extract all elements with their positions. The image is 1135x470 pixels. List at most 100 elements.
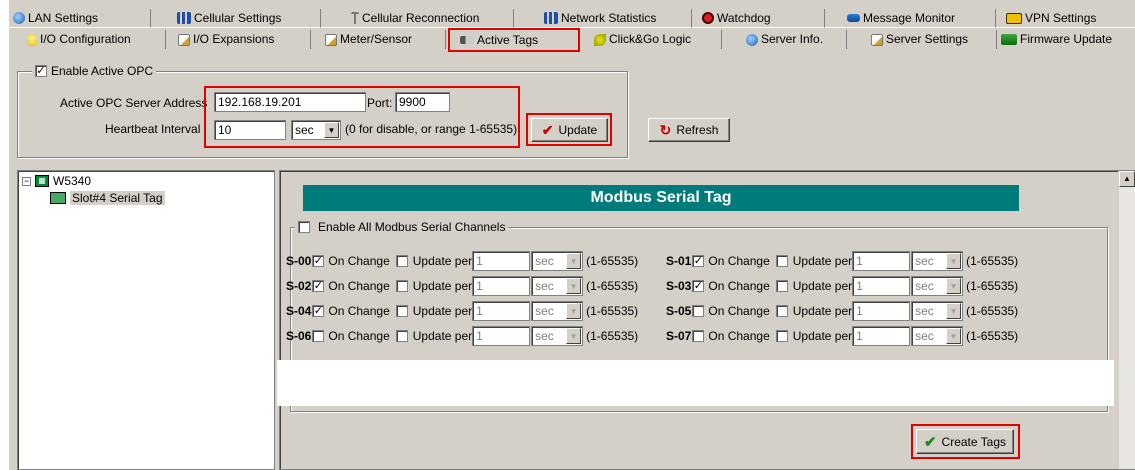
on-change-checkbox[interactable]: ✓ xyxy=(692,280,705,292)
channel-id: S-06 xyxy=(286,329,312,343)
scroll-up-icon[interactable]: ▲ xyxy=(1119,171,1135,187)
update-per-checkbox[interactable] xyxy=(395,330,408,342)
update-interval-input[interactable]: 1 xyxy=(852,276,911,296)
chevron-down-icon: ▼ xyxy=(324,122,339,138)
create-tags-button[interactable]: ✔ Create Tags xyxy=(916,429,1014,454)
tab-click-go-logic[interactable]: Click&Go Logic xyxy=(582,30,722,49)
range-label: (1-65535) xyxy=(586,254,639,268)
tab-cellular-reconnection[interactable]: Cellular Reconnection xyxy=(321,9,514,28)
refresh-button[interactable]: ↻ Refresh xyxy=(648,118,730,142)
interval-unit-select[interactable]: sec ▼ xyxy=(911,276,964,296)
tab-network-statistics[interactable]: Network Statistics xyxy=(514,9,692,28)
server-address-input[interactable]: 192.168.19.201 xyxy=(214,92,366,112)
chevron-down-icon: ▼ xyxy=(566,278,582,294)
enable-all-channels[interactable]: Enable All Modbus Serial Channels xyxy=(295,220,509,234)
interval-unit-select[interactable]: sec ▼ xyxy=(911,326,964,346)
refresh-icon: ↻ xyxy=(659,121,672,138)
tab-io-configuration[interactable]: I/O Configuration xyxy=(9,30,166,49)
update-per-checkbox[interactable] xyxy=(775,255,788,267)
tab-active-tags[interactable]: Active Tags xyxy=(448,28,580,52)
update-per-label: Update per xyxy=(792,254,853,268)
port-input[interactable]: 9900 xyxy=(395,92,450,112)
channel-row: S-07 On Change Update per 1 sec ▼ (1-65535) xyxy=(666,326,1018,346)
heartbeat-input[interactable]: 10 xyxy=(214,120,286,140)
heartbeat-unit-select[interactable]: sec ▼ xyxy=(291,120,341,140)
on-change-checkbox[interactable]: ✓ xyxy=(312,305,325,317)
update-per-checkbox[interactable] xyxy=(395,305,408,317)
tab-row-bottom: I/O Configuration I/O Expansions Meter/S… xyxy=(9,28,1135,52)
on-change-checkbox[interactable]: ✓ xyxy=(312,280,325,292)
update-per-checkbox[interactable] xyxy=(775,305,788,317)
chevron-down-icon: ▼ xyxy=(946,303,962,319)
on-change-checkbox[interactable] xyxy=(692,330,705,342)
tab-watchdog[interactable]: Watchdog xyxy=(692,9,825,28)
collapse-icon[interactable]: − xyxy=(22,176,31,186)
on-change-checkbox[interactable] xyxy=(692,305,705,317)
modbus-title: Modbus Serial Tag xyxy=(303,185,1019,211)
update-per-checkbox[interactable] xyxy=(395,280,408,292)
update-interval-input[interactable]: 1 xyxy=(472,301,531,321)
update-per-checkbox[interactable] xyxy=(775,280,788,292)
document-edit-icon xyxy=(871,33,883,46)
range-label: (1-65535) xyxy=(586,304,639,318)
enable-active-opc[interactable]: ✓ Enable Active OPC xyxy=(32,64,157,78)
on-change-checkbox[interactable]: ✓ xyxy=(692,255,705,267)
enable-all-checkbox[interactable] xyxy=(298,221,310,233)
signal-bars-icon xyxy=(544,12,558,24)
update-interval-input[interactable]: 1 xyxy=(472,326,531,346)
vpn-icon xyxy=(1006,12,1022,24)
device-tree: − ▦ W5340 Slot#4 Serial Tag xyxy=(17,170,275,470)
tab-io-expansions[interactable]: I/O Expansions xyxy=(166,30,311,49)
interval-unit-select[interactable]: sec ▼ xyxy=(531,301,584,321)
on-change-label: On Change xyxy=(708,254,770,268)
on-change-label: On Change xyxy=(328,329,390,343)
tab-server-settings[interactable]: Server Settings xyxy=(847,30,997,49)
interval-unit-select[interactable]: sec ▼ xyxy=(911,251,964,271)
update-button[interactable]: ✔ Update xyxy=(531,118,608,142)
range-label: (1-65535) xyxy=(966,279,1019,293)
enable-active-opc-checkbox[interactable]: ✓ xyxy=(35,65,47,77)
channel-id: S-07 xyxy=(666,329,692,343)
tab-firmware-update[interactable]: Firmware Update xyxy=(997,30,1135,49)
update-interval-input[interactable]: 1 xyxy=(852,326,911,346)
channel-id: S-03 xyxy=(666,279,692,293)
channel-row: S-06 On Change Update per 1 sec ▼ (1-65535) xyxy=(286,326,638,346)
tab-server-info[interactable]: Server Info. xyxy=(722,30,847,49)
update-per-label: Update per xyxy=(412,329,473,343)
tab-row-top: LAN Settings Cellular Settings Cellular … xyxy=(9,9,1135,29)
tab-vpn-settings[interactable]: VPN Settings xyxy=(996,9,1135,28)
tab-message-monitor[interactable]: Message Monitor xyxy=(825,9,996,28)
checkmark-icon: ✔ xyxy=(541,121,554,138)
update-per-label: Update per xyxy=(792,304,853,318)
update-interval-input[interactable]: 1 xyxy=(472,251,531,271)
update-per-label: Update per xyxy=(412,304,473,318)
channel-id: S-00 xyxy=(286,254,312,268)
tree-node-root[interactable]: − ▦ W5340 xyxy=(22,174,91,188)
vertical-scrollbar[interactable]: ▲ xyxy=(1118,171,1135,469)
message-icon xyxy=(847,14,860,22)
update-interval-input[interactable]: 1 xyxy=(852,251,911,271)
chevron-down-icon: ▼ xyxy=(946,278,962,294)
on-change-checkbox[interactable] xyxy=(312,330,325,342)
heartbeat-label: Heartbeat Interval : xyxy=(105,122,208,136)
modbus-panel: Modbus Serial Tag ▲ Enable All Modbus Se… xyxy=(279,170,1135,470)
on-change-checkbox[interactable]: ✓ xyxy=(312,255,325,267)
interval-unit-select[interactable]: sec ▼ xyxy=(911,301,964,321)
channel-id: S-01 xyxy=(666,254,692,268)
tab-meter-sensor[interactable]: Meter/Sensor xyxy=(311,30,446,49)
interval-unit-select[interactable]: sec ▼ xyxy=(531,326,584,346)
channel-row: S-03 ✓ On Change Update per 1 sec ▼ (1-65535) xyxy=(666,276,1018,296)
update-per-label: Update per xyxy=(412,254,473,268)
channel-row: S-05 On Change Update per 1 sec ▼ (1-65535) xyxy=(666,301,1018,321)
interval-unit-select[interactable]: sec ▼ xyxy=(531,276,584,296)
tab-lan-settings[interactable]: LAN Settings xyxy=(9,9,151,28)
update-per-checkbox[interactable] xyxy=(395,255,408,267)
interval-unit-select[interactable]: sec ▼ xyxy=(531,251,584,271)
blank-overlay xyxy=(277,360,1114,406)
on-change-label: On Change xyxy=(708,279,770,293)
update-interval-input[interactable]: 1 xyxy=(472,276,531,296)
tree-node-slot4[interactable]: Slot#4 Serial Tag xyxy=(50,191,165,205)
tab-cellular-settings[interactable]: Cellular Settings xyxy=(151,9,321,28)
update-per-checkbox[interactable] xyxy=(775,330,788,342)
update-interval-input[interactable]: 1 xyxy=(852,301,911,321)
